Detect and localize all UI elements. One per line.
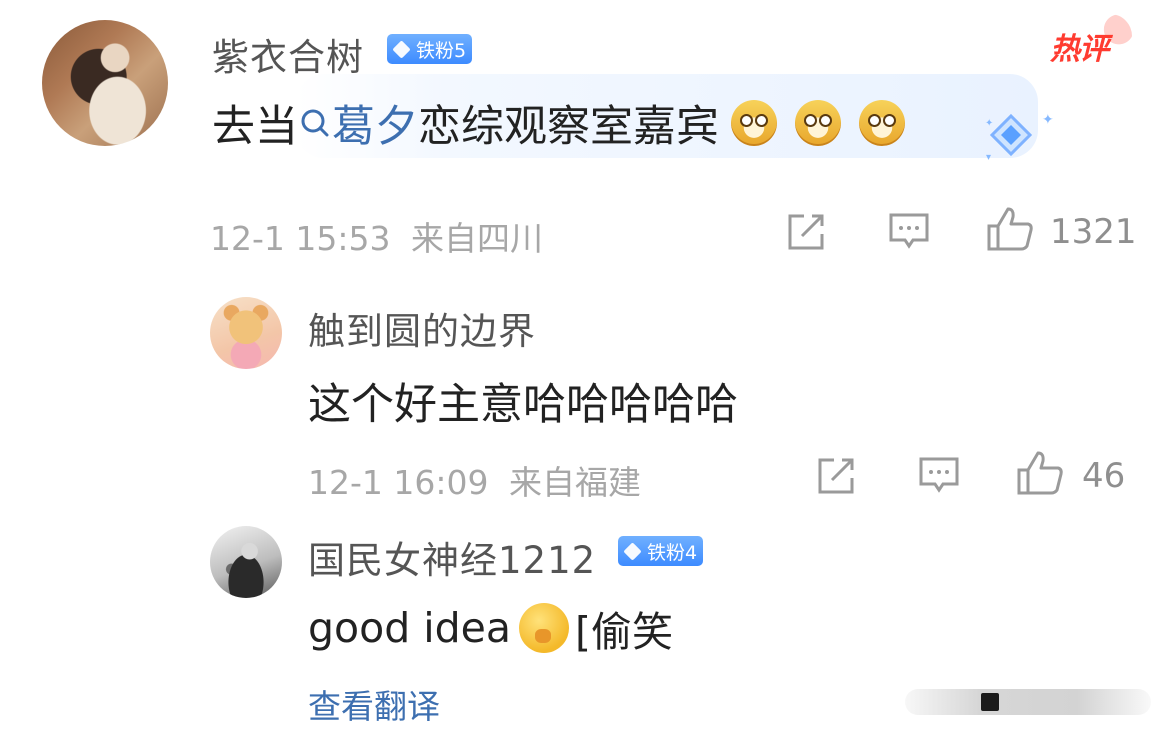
- fan-badge-label: 铁粉5: [416, 39, 467, 62]
- doge-emoji-icon: [859, 100, 905, 146]
- share-icon[interactable]: [816, 456, 858, 496]
- like-count: 1321: [1050, 212, 1137, 252]
- reply-content: 这个好主意哈哈哈哈哈: [308, 380, 738, 430]
- avatar-main-comment[interactable]: [42, 20, 168, 146]
- fan-badge[interactable]: 铁粉4: [618, 536, 704, 566]
- avatar-reply-1[interactable]: [210, 297, 282, 369]
- thinking-face-emoji-icon: [519, 603, 570, 653]
- comment-content: 去当 葛夕 恋综观察室嘉宾: [212, 92, 905, 154]
- reply-like-count: 46: [1082, 456, 1126, 496]
- avatar-reply-2[interactable]: [210, 526, 282, 598]
- reply-username[interactable]: 国民女神经1212: [308, 530, 596, 584]
- comment-text-prefix: 去当: [212, 102, 298, 152]
- fan-badge[interactable]: 铁粉5: [387, 34, 473, 64]
- like-icon[interactable]: [1016, 450, 1064, 496]
- comment-timestamp: 12-1 15:53: [210, 219, 391, 258]
- search-icon: [301, 109, 329, 137]
- like-icon[interactable]: [986, 206, 1034, 252]
- topic-link-label: 葛夕: [332, 102, 418, 152]
- fan-badge-label: 铁粉4: [647, 541, 698, 564]
- doge-emoji-icon: [731, 100, 777, 146]
- reply-meta: 12-1 16:09 来自福建: [308, 456, 641, 504]
- comment-text-suffix: 恋综观察室嘉宾: [418, 102, 719, 152]
- comment-meta: 12-1 15:53 来自四川: [210, 212, 543, 260]
- reply-text-tail: [偷笑: [575, 608, 674, 656]
- comment-username[interactable]: 紫衣合树: [212, 27, 364, 81]
- topic-link[interactable]: 葛夕: [298, 92, 418, 154]
- comment-location: 来自四川: [411, 219, 543, 258]
- hot-comment-label: 热评: [1050, 32, 1109, 67]
- reply-timestamp: 12-1 16:09: [308, 463, 489, 502]
- share-icon[interactable]: [786, 212, 828, 252]
- reply-text: good idea: [308, 604, 512, 652]
- gem-decoration-icon: [989, 113, 1033, 157]
- reply-username[interactable]: 触到圆的边界: [308, 301, 536, 355]
- comment-icon[interactable]: [918, 456, 960, 496]
- diamond-icon: [623, 541, 642, 561]
- reply-content: good idea [偷笑: [308, 598, 673, 658]
- reply-location: 来自福建: [509, 463, 641, 502]
- sparkle-icon: ✦: [985, 118, 994, 129]
- comment-icon[interactable]: [888, 212, 930, 252]
- sparkle-icon: ▾: [986, 152, 992, 163]
- view-translation-link[interactable]: 查看翻译: [308, 680, 440, 728]
- diamond-icon: [392, 39, 411, 59]
- home-indicator: [905, 689, 1151, 715]
- doge-emoji-icon: [795, 100, 841, 146]
- sparkle-icon: ✦: [1042, 112, 1054, 128]
